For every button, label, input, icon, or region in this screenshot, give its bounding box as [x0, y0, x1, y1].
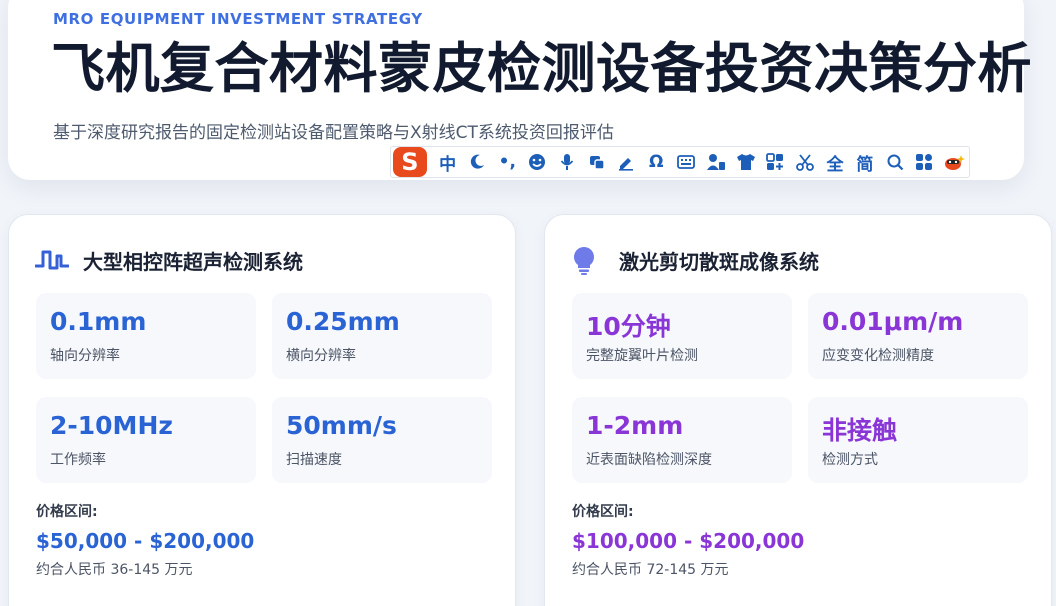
apps-grid-icon[interactable]	[910, 147, 940, 177]
handwriting-icon[interactable]	[612, 147, 642, 177]
punctuation-icon[interactable]: •,	[492, 147, 522, 177]
stat-inspection-method: 非接触 检测方式	[808, 397, 1028, 483]
eyebrow-label: MRO EQUIPMENT INVESTMENT STRATEGY	[53, 10, 423, 28]
stat-value: 0.25mm	[286, 307, 400, 336]
stat-label: 应变变化检测精度	[822, 348, 934, 364]
stat-scan-speed: 50mm/s 扫描速度	[272, 397, 492, 483]
page-subtitle: 基于深度研究报告的固定检测站设备配置策略与X射线CT系统投资回报评估	[53, 123, 614, 143]
price-range-value: $50,000 - $200,000	[36, 529, 255, 553]
ime-logo-icon[interactable]: S	[393, 147, 427, 177]
stat-label: 工作频率	[50, 452, 106, 468]
price-rmb-note: 约合人民币 72-145 万元	[572, 562, 729, 578]
stat-value: 0.1mm	[50, 307, 147, 336]
stat-label: 完整旋翼叶片检测	[586, 348, 698, 364]
microphone-icon[interactable]	[552, 147, 582, 177]
price-range-label: 价格区间:	[572, 504, 634, 520]
ime-toolbar[interactable]: S 中 •, Ω 全 简	[390, 146, 970, 178]
toolbox-icon[interactable]	[761, 147, 791, 177]
user-account-icon[interactable]	[701, 147, 731, 177]
mascot-icon[interactable]	[939, 147, 969, 177]
stat-label: 扫描速度	[286, 452, 342, 468]
page-title: 飞机复合材料蒙皮检测设备投资决策分析	[51, 37, 1032, 100]
card-header: 激光剪切散斑成像系统	[571, 245, 819, 275]
special-symbol-icon[interactable]: Ω	[641, 147, 671, 177]
card-header: 大型相控阵超声检测系统	[35, 245, 303, 275]
ultrasonic-system-card: 大型相控阵超声检测系统 0.1mm 轴向分辨率 0.25mm 横向分辨率 2-1…	[8, 214, 516, 606]
card-title: 大型相控阵超声检测系统	[83, 249, 303, 274]
price-range-label: 价格区间:	[36, 504, 98, 520]
half-width-moon-icon[interactable]	[463, 147, 493, 177]
search-icon[interactable]	[880, 147, 910, 177]
stat-value: 0.01μm/m	[822, 307, 964, 336]
stat-value: 非接触	[822, 416, 898, 445]
shearography-system-card: 激光剪切散斑成像系统 10分钟 完整旋翼叶片检测 0.01μm/m 应变变化检测…	[544, 214, 1052, 606]
price-range-value: $100,000 - $200,000	[572, 529, 805, 553]
stat-axial-resolution: 0.1mm 轴向分辨率	[36, 293, 256, 379]
scissors-icon[interactable]	[790, 147, 820, 177]
stat-frequency: 2-10MHz 工作频率	[36, 397, 256, 483]
skin-shirt-icon[interactable]	[731, 147, 761, 177]
simplified-toggle[interactable]: 简	[850, 147, 880, 177]
stat-label: 近表面缺陷检测深度	[586, 452, 712, 468]
page: MRO EQUIPMENT INVESTMENT STRATEGY 飞机复合材料…	[0, 0, 1056, 606]
stat-value: 10分钟	[586, 312, 671, 341]
stat-label: 横向分辨率	[286, 348, 356, 364]
stat-label: 检测方式	[822, 452, 878, 468]
stat-label: 轴向分辨率	[50, 348, 120, 364]
stat-strain-precision: 0.01μm/m 应变变化检测精度	[808, 293, 1028, 379]
stat-value: 50mm/s	[286, 411, 397, 440]
stat-blade-inspection-time: 10分钟 完整旋翼叶片检测	[572, 293, 792, 379]
stat-value: 1-2mm	[586, 411, 684, 440]
stat-lateral-resolution: 0.25mm 横向分辨率	[272, 293, 492, 379]
stat-value: 2-10MHz	[50, 411, 173, 440]
price-rmb-note: 约合人民币 36-145 万元	[36, 562, 193, 578]
card-title: 激光剪切散斑成像系统	[619, 249, 819, 274]
waveform-icon	[35, 245, 69, 275]
chinese-mode-toggle[interactable]: 中	[433, 147, 463, 177]
emoji-icon[interactable]	[522, 147, 552, 177]
screenshot-icon[interactable]	[582, 147, 612, 177]
soft-keyboard-icon[interactable]	[671, 147, 701, 177]
full-width-toggle[interactable]: 全	[820, 147, 850, 177]
lightbulb-icon	[571, 245, 605, 275]
stat-defect-depth: 1-2mm 近表面缺陷检测深度	[572, 397, 792, 483]
